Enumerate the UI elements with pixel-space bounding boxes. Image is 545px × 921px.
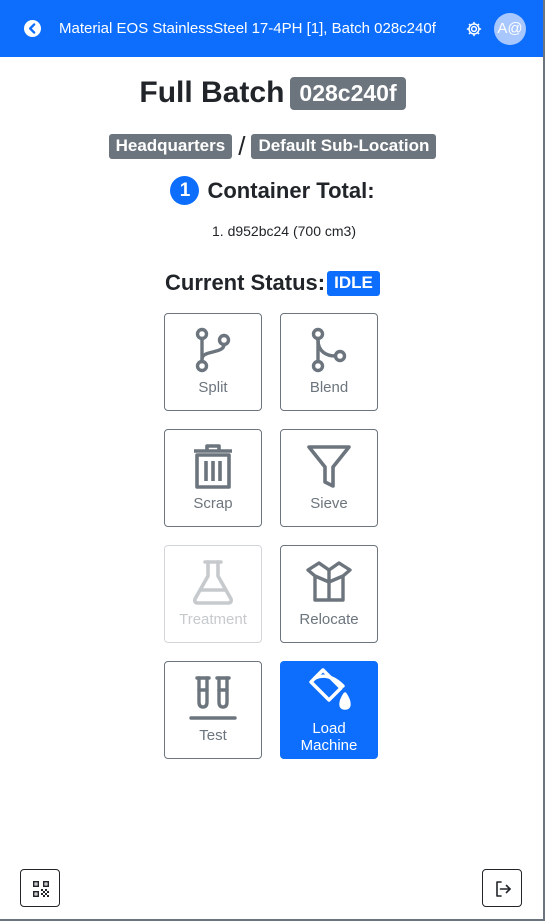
app-page: Material EOS StainlessSteel 17-4PH [1], …	[0, 0, 545, 921]
merge-branch-icon	[311, 327, 347, 373]
sieve-button[interactable]: Sieve	[280, 429, 378, 527]
gear-icon[interactable]	[465, 20, 483, 38]
location-site-badge: Headquarters	[108, 133, 233, 159]
scrap-button[interactable]: Scrap	[164, 429, 262, 527]
load-machine-label: Load Machine	[281, 720, 377, 754]
sieve-label: Sieve	[310, 495, 348, 512]
test-tubes-icon	[189, 676, 237, 720]
page-title: Full Batch	[139, 76, 285, 109]
open-box-icon	[306, 561, 352, 602]
container-count-badge: 1	[170, 176, 200, 205]
blend-button[interactable]: Blend	[280, 313, 378, 411]
container-total-label: Container Total:	[207, 177, 375, 203]
qr-code-icon	[33, 881, 49, 897]
funnel-icon	[307, 445, 351, 488]
top-bar: Material EOS StainlessSteel 17-4PH [1], …	[0, 0, 543, 57]
container-list: 1. d952bc24 (700 cm3)	[212, 223, 356, 239]
test-label: Test	[199, 727, 227, 744]
list-item: 1. d952bc24 (700 cm3)	[212, 223, 356, 239]
qr-scan-button[interactable]	[20, 869, 60, 907]
pour-bucket-icon	[309, 668, 351, 710]
scrap-label: Scrap	[193, 495, 233, 512]
location-separator: /	[238, 131, 246, 161]
split-label: Split	[198, 379, 228, 396]
blend-label: Blend	[309, 379, 349, 396]
status-label: Current Status:	[165, 270, 326, 295]
user-avatar[interactable]: A@	[494, 13, 526, 45]
location-breadcrumb: Headquarters / Default Sub-Location	[0, 133, 545, 159]
test-button[interactable]: Test	[164, 661, 262, 759]
treatment-label: Treatment	[179, 611, 247, 628]
load-machine-button[interactable]: Load Machine	[280, 661, 378, 759]
relocate-label: Relocate	[299, 611, 359, 628]
arrow-left-circle-icon[interactable]	[24, 20, 41, 37]
status-badge: IDLE	[327, 270, 380, 296]
status-row: Current Status: IDLE	[165, 270, 380, 296]
logout-icon	[496, 881, 511, 897]
logout-button[interactable]	[482, 869, 522, 907]
batch-id-badge: 028c240f	[290, 76, 406, 110]
batch-heading-row: Full Batch 028c240f	[0, 76, 545, 110]
split-button[interactable]: Split	[164, 313, 262, 411]
batch-title: Material EOS StainlessSteel 17-4PH [1], …	[59, 20, 436, 37]
sub-location-badge: Default Sub-Location	[251, 133, 437, 159]
trash-icon	[194, 444, 232, 489]
relocate-button[interactable]: Relocate	[280, 545, 378, 643]
split-branch-icon	[195, 327, 231, 373]
container-count-row: 1 Container Total:	[0, 176, 545, 205]
treatment-button[interactable]: Treatment	[164, 545, 262, 643]
flask-icon	[193, 560, 233, 605]
load-machine-label-line1: Load	[312, 720, 346, 737]
load-machine-label-line2: Machine	[300, 737, 358, 754]
